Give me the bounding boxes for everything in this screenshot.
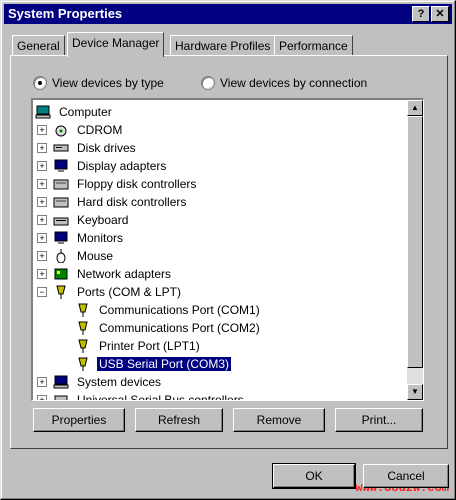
usb-icon	[53, 393, 69, 400]
mouse-icon	[53, 249, 69, 264]
collapse-icon[interactable]: −	[37, 287, 47, 297]
controller-icon	[53, 177, 69, 191]
radio-selected-icon	[33, 76, 47, 90]
tree-item-label: Mouse	[77, 249, 114, 263]
expand-icon[interactable]: +	[37, 143, 47, 153]
view-by-connection-label: View devices by connection	[220, 76, 368, 90]
port-icon	[75, 357, 91, 371]
tree-item[interactable]: + Mouse	[37, 247, 115, 265]
port-icon	[75, 303, 91, 317]
expand-icon[interactable]: +	[37, 233, 47, 243]
monitor-icon	[53, 159, 69, 173]
close-button[interactable]: ✕	[431, 6, 449, 22]
expand-icon[interactable]: +	[37, 125, 47, 135]
tree-item-label: Ports (COM & LPT)	[77, 285, 182, 299]
tree-item-label: Network adapters	[77, 267, 172, 281]
radio-unselected-icon	[201, 76, 215, 90]
port-icon	[53, 285, 69, 299]
tree-item-label: Display adapters	[77, 159, 167, 173]
tree-scrollbar[interactable]: ▲ ▼	[407, 100, 423, 400]
tree-item-label: Hard disk controllers	[77, 195, 187, 209]
tree-item[interactable]: + Floppy disk controllers	[37, 175, 198, 193]
network-icon	[53, 267, 69, 281]
scroll-up-button[interactable]: ▲	[407, 100, 423, 116]
tree-root-computer[interactable]: Computer	[35, 103, 114, 121]
tab-hardware-profiles[interactable]: Hardware Profiles	[170, 35, 276, 56]
expand-icon[interactable]: +	[37, 179, 47, 189]
expand-icon[interactable]: +	[37, 269, 47, 279]
computer-icon	[35, 105, 51, 119]
tree-child-item[interactable]: USB Serial Port (COM3)	[75, 355, 233, 373]
cdrom-icon	[53, 123, 69, 137]
tree-item[interactable]: + Monitors	[37, 229, 125, 247]
port-icon	[75, 321, 91, 335]
tree-item[interactable]: + Hard disk controllers	[37, 193, 188, 211]
tree-item-label: Communications Port (COM2)	[99, 321, 260, 335]
tree-item-label: Monitors	[77, 231, 124, 245]
print-button[interactable]: Print...	[335, 408, 423, 432]
expand-icon[interactable]: +	[37, 395, 47, 400]
expand-icon[interactable]: +	[37, 215, 47, 225]
view-by-type-label: View devices by type	[52, 76, 164, 90]
controller-icon	[53, 195, 69, 209]
computer-icon	[53, 375, 69, 389]
tree-item[interactable]: + Disk drives	[37, 139, 138, 157]
cancel-button[interactable]: Cancel	[363, 464, 449, 488]
expand-icon[interactable]: +	[37, 377, 47, 387]
tab-device-manager[interactable]: Device Manager	[67, 32, 165, 57]
tree-item[interactable]: + Universal Serial Bus controllers	[37, 391, 246, 401]
title-bar[interactable]: System Properties ? ✕	[4, 4, 452, 24]
view-by-type-radio[interactable]: View devices by type	[33, 76, 164, 90]
monitor-icon	[53, 231, 69, 245]
refresh-button[interactable]: Refresh	[135, 408, 223, 432]
tree-item-label: Keyboard	[77, 213, 129, 227]
system-properties-window: System Properties ? ✕ General Device Man…	[0, 0, 456, 500]
tree-item[interactable]: + System devices	[37, 373, 163, 391]
port-icon	[75, 339, 91, 353]
tree-item-label: Universal Serial Bus controllers	[77, 393, 244, 401]
tree-item[interactable]: + CDROM	[37, 121, 124, 139]
tree-item-label: Communications Port (COM1)	[99, 303, 260, 317]
disk-drive-icon	[53, 141, 69, 155]
properties-button[interactable]: Properties	[33, 408, 125, 432]
view-by-connection-radio[interactable]: View devices by connection	[201, 76, 367, 90]
tree-child-item[interactable]: Communications Port (COM2)	[75, 319, 262, 337]
tree-item[interactable]: + Keyboard	[37, 211, 130, 229]
tree-child-item[interactable]: Communications Port (COM1)	[75, 301, 262, 319]
tree-item[interactable]: − Ports (COM & LPT)	[37, 283, 183, 301]
ok-button[interactable]: OK	[272, 463, 356, 489]
remove-button[interactable]: Remove	[233, 408, 325, 432]
tree-child-item[interactable]: Printer Port (LPT1)	[75, 337, 202, 355]
expand-icon[interactable]: +	[37, 251, 47, 261]
tree-item[interactable]: + Network adapters	[37, 265, 173, 283]
tree-item-label: CDROM	[77, 123, 123, 137]
tab-performance[interactable]: Performance	[274, 35, 353, 56]
device-tree[interactable]: Computer + CDROM + Disk drives + Display adap…	[31, 98, 424, 401]
tree-item-label: System devices	[77, 375, 162, 389]
expand-icon[interactable]: +	[37, 197, 47, 207]
tree-item-label: Printer Port (LPT1)	[99, 339, 200, 353]
tree-item-label: Disk drives	[77, 141, 136, 155]
scroll-thumb[interactable]	[407, 116, 423, 368]
tree-item-label: Floppy disk controllers	[77, 177, 197, 191]
window-title: System Properties	[8, 6, 123, 21]
tree-item[interactable]: + Display adapters	[37, 157, 168, 175]
keyboard-icon	[53, 213, 69, 227]
tree-root-label: Computer	[59, 105, 112, 119]
help-button[interactable]: ?	[412, 6, 430, 22]
expand-icon[interactable]: +	[37, 161, 47, 171]
tab-general[interactable]: General	[12, 35, 65, 56]
tree-item-label: USB Serial Port (COM3)	[95, 356, 233, 372]
scroll-down-button[interactable]: ▼	[407, 384, 423, 400]
